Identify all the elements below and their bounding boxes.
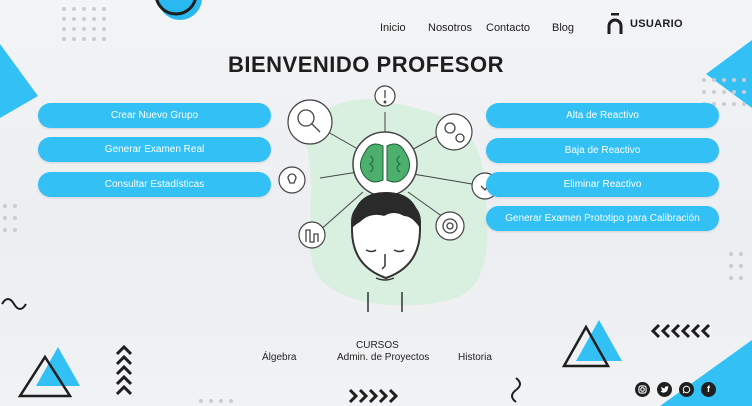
page-title: BIENVENIDO PROFESOR <box>228 52 504 77</box>
user-menu[interactable]: USUARIO <box>606 12 683 36</box>
crear-nuevo-grupo-button[interactable]: Crear Nuevo Grupo <box>38 103 271 128</box>
courses-title: CURSOS <box>356 340 399 351</box>
nav-nosotros[interactable]: Nosotros <box>428 22 472 34</box>
course-algebra[interactable]: Álgebra <box>262 352 296 363</box>
course-admin-proyectos[interactable]: Admin. de Proyectos <box>337 352 429 363</box>
nav-contacto[interactable]: Contacto <box>486 22 530 34</box>
consultar-estadisticas-button[interactable]: Consultar Estadísticas <box>38 172 271 197</box>
generar-examen-prototipo-button[interactable]: Generar Examen Prototipo para Calibració… <box>486 206 719 231</box>
nav-inicio[interactable]: Inicio <box>380 22 406 34</box>
alta-de-reactivo-button[interactable]: Alta de Reactivo <box>486 103 719 128</box>
course-historia[interactable]: Historia <box>458 352 492 363</box>
facebook-icon[interactable]: f <box>701 382 716 397</box>
teacher-brain-illustration <box>278 85 499 312</box>
nav-blog[interactable]: Blog <box>552 22 574 34</box>
whatsapp-icon[interactable] <box>679 382 694 397</box>
twitter-icon[interactable] <box>657 382 672 397</box>
instagram-icon[interactable] <box>635 382 650 397</box>
baja-de-reactivo-button[interactable]: Baja de Reactivo <box>486 138 719 163</box>
eliminar-reactivo-button[interactable]: Eliminar Reactivo <box>486 172 719 197</box>
user-label: USUARIO <box>630 18 683 30</box>
user-icon <box>607 13 623 34</box>
generar-examen-real-button[interactable]: Generar Examen Real <box>38 137 271 162</box>
